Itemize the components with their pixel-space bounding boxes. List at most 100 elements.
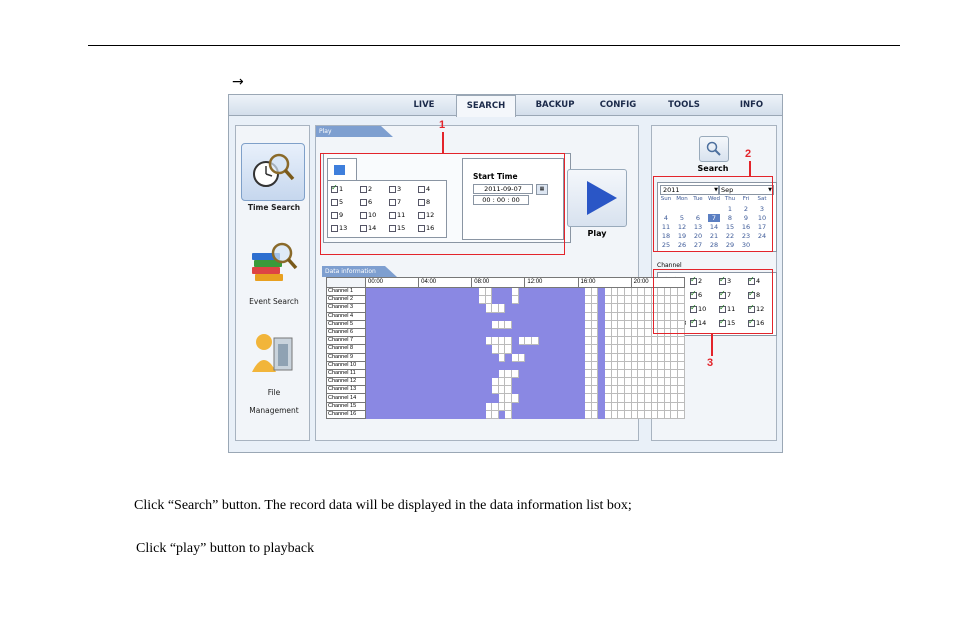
timeline-cell[interactable]	[537, 352, 546, 362]
timeline-cell[interactable]	[630, 360, 639, 370]
timeline-cell[interactable]	[471, 336, 479, 346]
timeline-cell[interactable]	[404, 319, 413, 329]
timeline-cell[interactable]	[557, 385, 566, 395]
timeline-cell[interactable]	[564, 368, 572, 379]
timeline-cell[interactable]	[424, 409, 433, 420]
timeline-cell[interactable]	[537, 368, 546, 379]
timeline-cell[interactable]	[438, 344, 446, 354]
timeline-cell[interactable]	[670, 377, 679, 387]
timeline-cell[interactable]	[511, 303, 519, 313]
timeline-cell[interactable]	[517, 319, 526, 329]
timeline-cell[interactable]	[550, 303, 559, 313]
timeline-cell[interactable]	[365, 377, 373, 387]
timeline-cell[interactable]	[464, 344, 473, 354]
timeline-cell[interactable]	[624, 295, 632, 305]
timeline-cell[interactable]	[484, 352, 493, 362]
timeline-cell[interactable]	[590, 319, 599, 329]
timeline-cell[interactable]	[570, 360, 579, 370]
timeline-cell[interactable]	[657, 409, 665, 420]
timeline-cell[interactable]	[378, 336, 386, 346]
timeline-cell[interactable]	[531, 286, 539, 297]
timeline-cell[interactable]	[604, 336, 612, 346]
timeline-cell[interactable]	[477, 377, 486, 387]
timeline-cell[interactable]	[531, 336, 539, 346]
timeline-cell[interactable]	[577, 336, 586, 346]
timeline-cell[interactable]	[391, 360, 400, 370]
timeline-cell[interactable]	[610, 385, 619, 395]
timeline-cell[interactable]	[384, 319, 393, 329]
timeline-cell[interactable]	[624, 303, 632, 313]
timeline-cell[interactable]	[451, 303, 459, 313]
timeline-cell[interactable]	[604, 319, 612, 329]
timeline-cell[interactable]	[398, 401, 406, 411]
timeline-cell[interactable]	[617, 303, 625, 313]
timeline-cell[interactable]	[424, 401, 433, 411]
timeline-cell[interactable]	[663, 336, 672, 346]
timeline-cell[interactable]	[471, 295, 479, 305]
timeline-cell[interactable]	[491, 344, 499, 354]
timeline-cell[interactable]	[557, 352, 566, 362]
timeline-cell[interactable]	[564, 385, 572, 395]
timeline-cell[interactable]	[457, 286, 466, 297]
timeline-cell[interactable]	[564, 336, 572, 346]
timeline-cell[interactable]	[424, 393, 433, 403]
timeline-cell[interactable]	[451, 319, 459, 329]
timeline-cell[interactable]	[418, 286, 426, 297]
timeline-cell[interactable]	[378, 327, 386, 338]
timeline-cell[interactable]	[650, 401, 659, 411]
timeline-cell[interactable]	[570, 303, 579, 313]
timeline-cell[interactable]	[524, 368, 532, 379]
timeline-cell[interactable]	[531, 295, 539, 305]
timeline-cell[interactable]	[550, 311, 559, 321]
timeline-cell[interactable]	[610, 286, 619, 297]
timeline-cell[interactable]	[444, 311, 453, 321]
timeline-cell[interactable]	[537, 393, 546, 403]
timeline-cell[interactable]	[650, 360, 659, 370]
timeline-cell[interactable]	[438, 311, 446, 321]
timeline-cell[interactable]	[431, 368, 440, 379]
timeline-cell[interactable]	[438, 401, 446, 411]
timeline-cell[interactable]	[438, 360, 446, 370]
timeline-cell[interactable]	[511, 377, 519, 387]
timeline-cell[interactable]	[404, 360, 413, 370]
timeline-cell[interactable]	[411, 286, 420, 297]
timeline-cell[interactable]	[544, 409, 552, 420]
timeline-cell[interactable]	[511, 385, 519, 395]
timeline-cell[interactable]	[497, 319, 506, 329]
timeline-cell[interactable]	[624, 311, 632, 321]
timeline-cell[interactable]	[537, 401, 546, 411]
timeline-cell[interactable]	[398, 303, 406, 313]
timeline-cell[interactable]	[464, 286, 473, 297]
timeline-cell[interactable]	[438, 336, 446, 346]
timeline-cell[interactable]	[597, 377, 606, 387]
timeline-cell[interactable]	[438, 352, 446, 362]
timeline-cell[interactable]	[384, 401, 393, 411]
timeline-cell[interactable]	[597, 360, 606, 370]
timeline-cell[interactable]	[650, 409, 659, 420]
timeline-cell[interactable]	[365, 286, 373, 297]
timeline-cell[interactable]	[491, 401, 499, 411]
timeline-cell[interactable]	[610, 303, 619, 313]
timeline-cell[interactable]	[531, 311, 539, 321]
timeline-cell[interactable]	[544, 319, 552, 329]
timeline-cell[interactable]	[677, 393, 685, 403]
timeline-cell[interactable]	[617, 311, 625, 321]
timeline-cell[interactable]	[630, 286, 639, 297]
timeline-cell[interactable]	[491, 377, 499, 387]
timeline-cell[interactable]	[497, 303, 506, 313]
timeline-cell[interactable]	[657, 360, 665, 370]
timeline-cell[interactable]	[531, 377, 539, 387]
timeline-cell[interactable]	[438, 303, 446, 313]
timeline-cell[interactable]	[384, 360, 393, 370]
timeline-cell[interactable]	[477, 409, 486, 420]
timeline-cell[interactable]	[584, 368, 592, 379]
timeline-cell[interactable]	[677, 336, 685, 346]
timeline-cell[interactable]	[617, 401, 625, 411]
timeline-cell[interactable]	[657, 401, 665, 411]
timeline-cell[interactable]	[643, 319, 652, 329]
timeline-cell[interactable]	[371, 311, 380, 321]
timeline-cell[interactable]	[637, 385, 645, 395]
timeline-cell[interactable]	[604, 401, 612, 411]
timeline-cell[interactable]	[378, 344, 386, 354]
timeline-cell[interactable]	[511, 311, 519, 321]
